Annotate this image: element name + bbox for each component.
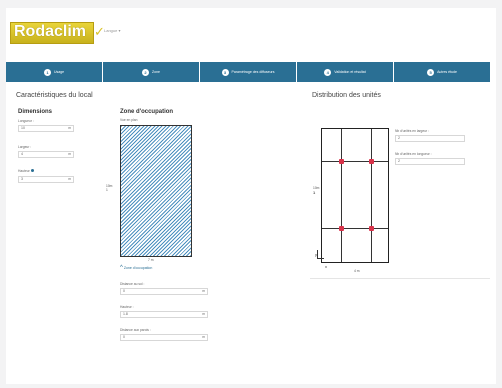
axis-y-arrow bbox=[317, 250, 318, 259]
units-length-label: Nb d'unités en longueur : bbox=[395, 152, 432, 156]
step-parametrage[interactable]: 3 Paramétrage des diffuseurs bbox=[200, 62, 297, 82]
units-length-input[interactable]: 2 bbox=[395, 158, 465, 165]
distance-sol-value: 0 bbox=[123, 289, 125, 293]
zone-hauteur-value: 1.8 bbox=[123, 312, 128, 316]
step-number-icon: 5 bbox=[427, 68, 435, 76]
grid-length-num: 1 bbox=[313, 190, 316, 195]
grid-line-vertical bbox=[341, 129, 342, 262]
hauteur-label: Hauteur bbox=[18, 169, 34, 173]
brand-logo[interactable]: Rodaclim ✓ bbox=[10, 22, 105, 44]
info-icon[interactable] bbox=[30, 169, 34, 172]
distance-parois-value: 0 bbox=[123, 335, 125, 339]
distance-parois-input[interactable]: 0 m bbox=[120, 334, 208, 341]
diffuser-unit-marker bbox=[369, 226, 374, 231]
panel-divider bbox=[310, 278, 490, 279]
distance-sol-unit: m bbox=[202, 289, 205, 293]
longueur-value: 10 bbox=[21, 126, 25, 130]
grid-line-horizontal bbox=[322, 228, 388, 229]
step-label: Zone bbox=[152, 70, 160, 74]
step-number-icon: 4 bbox=[324, 68, 332, 76]
zone-hauteur-unit: m bbox=[202, 312, 205, 316]
step-label: Usage bbox=[53, 70, 65, 74]
zone-toggle[interactable]: ^ Zone d'occupation bbox=[120, 265, 152, 271]
zone-heading: Zone d'occupation bbox=[120, 109, 174, 115]
units-length-value: 2 bbox=[398, 159, 400, 163]
step-validation[interactable]: 4 Validation et résultat bbox=[297, 62, 394, 82]
occupation-zone-plan bbox=[120, 125, 192, 257]
zone-hauteur-input[interactable]: 1.8 m bbox=[120, 311, 208, 318]
zone-length-label: 10m 1 bbox=[106, 184, 113, 192]
largeur-label: Largeur : bbox=[18, 145, 32, 149]
logo-text: Rodaclim bbox=[14, 23, 87, 40]
axis-x-arrow bbox=[317, 258, 324, 259]
step-number-icon: 3 bbox=[221, 68, 229, 76]
zone-toggle-label: Zone d'occupation bbox=[123, 265, 153, 270]
grid-width-label: 4 m bbox=[354, 269, 360, 273]
step-label: Validation et résultat bbox=[334, 70, 366, 74]
distribution-heading: Distribution des unités bbox=[312, 92, 381, 99]
step-label: Paramétrage des diffuseurs bbox=[231, 70, 275, 74]
plan-view-label: Vue en plan bbox=[120, 118, 138, 122]
units-width-value: 2 bbox=[398, 136, 400, 140]
dimensions-heading: Dimensions bbox=[18, 109, 53, 115]
distance-sol-input[interactable]: 0 m bbox=[120, 288, 208, 295]
grid-length-label: 10m 1 bbox=[313, 186, 319, 195]
hauteur-unit: m bbox=[68, 177, 71, 181]
hauteur-value: 3 bbox=[21, 177, 23, 181]
longueur-input[interactable]: 10 m bbox=[18, 125, 74, 132]
step-number-icon: 2 bbox=[142, 68, 149, 76]
diffuser-unit-marker bbox=[369, 159, 374, 164]
language-dropdown[interactable]: Langue ▾ bbox=[104, 28, 120, 33]
step-label: Autres étude bbox=[437, 70, 457, 74]
units-width-input[interactable]: 2 bbox=[395, 135, 465, 142]
grid-line-horizontal bbox=[322, 161, 388, 162]
largeur-value: 4 bbox=[21, 152, 23, 156]
longueur-label: Longueur : bbox=[18, 119, 34, 123]
axis-x-label: x bbox=[325, 264, 327, 269]
hauteur-label-text: Hauteur bbox=[18, 169, 30, 173]
diffuser-unit-marker bbox=[339, 159, 344, 164]
largeur-unit: m bbox=[68, 152, 71, 156]
distance-sol-label: Distance au sol : bbox=[120, 282, 145, 286]
step-number-icon: 1 bbox=[43, 68, 51, 76]
grid-line-vertical bbox=[371, 129, 372, 262]
step-zone[interactable]: 2 Zone bbox=[103, 62, 200, 82]
distance-parois-unit: m bbox=[202, 335, 205, 339]
diffuser-unit-marker bbox=[339, 226, 344, 231]
zone-hauteur-label: Hauteur : bbox=[120, 305, 134, 309]
chevron-up-icon: ^ bbox=[120, 265, 123, 271]
units-width-label: Nb d'unités en largeur : bbox=[395, 129, 429, 133]
step-navigation: 1 Usage 2 Zone 3 Paramétrage des diffuse… bbox=[6, 62, 490, 82]
local-panel: Caractéristiques du local Dimensions Lon… bbox=[16, 88, 286, 358]
step-autres[interactable]: 5 Autres étude bbox=[394, 62, 490, 82]
zone-width-label: 7 m bbox=[148, 258, 154, 262]
unit-distribution-plan bbox=[321, 128, 389, 263]
largeur-input[interactable]: 4 m bbox=[18, 151, 74, 158]
local-heading: Caractéristiques du local bbox=[16, 92, 93, 99]
hauteur-input[interactable]: 3 m bbox=[18, 176, 74, 183]
longueur-unit: m bbox=[68, 126, 71, 130]
step-usage[interactable]: 1 Usage bbox=[6, 62, 103, 82]
distance-parois-label: Distance aux parois : bbox=[120, 328, 151, 332]
